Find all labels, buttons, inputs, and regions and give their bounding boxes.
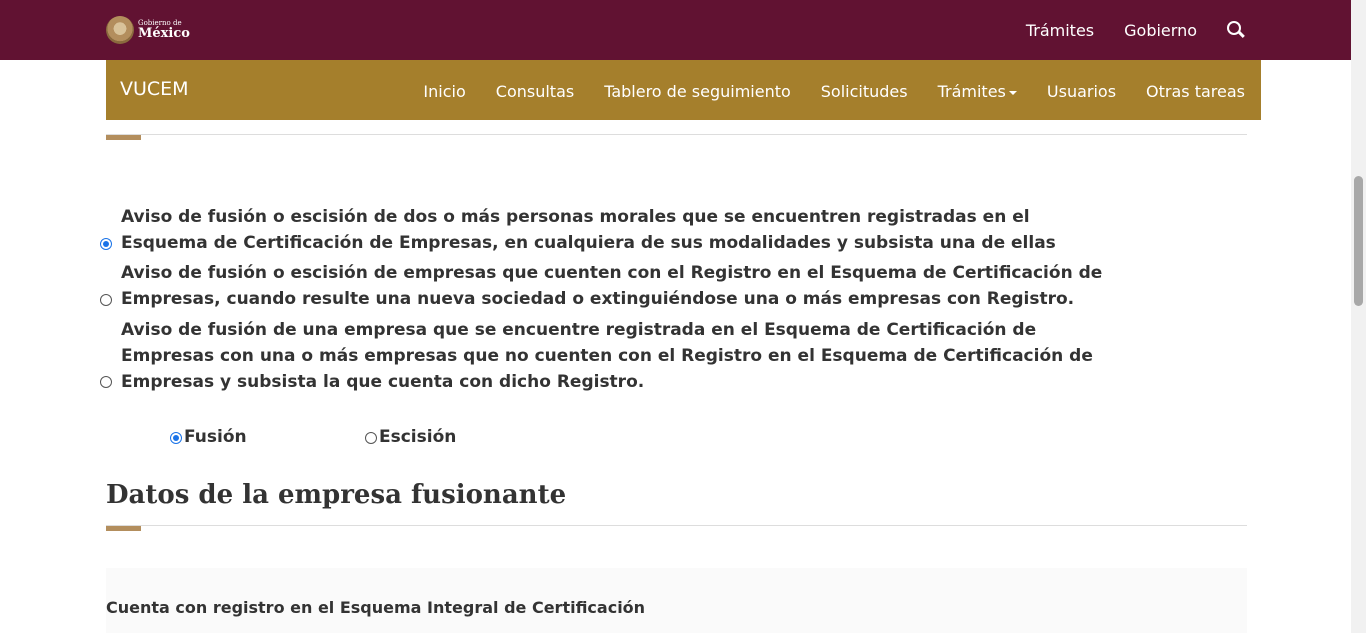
page-scrollbar[interactable] (1351, 0, 1366, 633)
section-title-divider (106, 525, 1247, 526)
nav-items: Inicio Consultas Tablero de seguimiento … (393, 82, 1245, 101)
option-1-radio[interactable] (100, 238, 112, 250)
logo-text: Gobierno de México (138, 20, 190, 41)
section-title: Datos de la empresa fusionante (106, 480, 567, 510)
nav-item-tramites-label: Trámites (937, 82, 1006, 101)
fusion-label[interactable]: Fusión (184, 427, 247, 447)
nav-item-tramites-dropdown[interactable]: Trámites (938, 82, 1017, 101)
escision-radio[interactable] (365, 432, 377, 444)
nav-item-tablero[interactable]: Tablero de seguimiento (604, 82, 791, 101)
logo-big-text: México (138, 26, 190, 41)
section-title-accent (106, 526, 141, 531)
top-links: Trámites Gobierno (996, 0, 1245, 60)
fusion-radio[interactable] (170, 432, 182, 444)
option-2-label[interactable]: Aviso de fusión o escisión de empresas q… (121, 260, 1111, 312)
search-icon[interactable] (1227, 21, 1245, 39)
nav-item-inicio[interactable]: Inicio (423, 82, 465, 101)
section-divider-accent (106, 135, 141, 140)
option-1-label[interactable]: Aviso de fusión o escisión de dos o más … (121, 204, 1111, 256)
scrollbar-thumb[interactable] (1354, 176, 1363, 306)
registro-field-label: Cuenta con registro en el Esquema Integr… (106, 598, 646, 617)
nav-item-solicitudes[interactable]: Solicitudes (821, 82, 908, 101)
top-link-tramites[interactable]: Trámites (1026, 21, 1094, 40)
top-link-gobierno[interactable]: Gobierno (1124, 21, 1197, 40)
mexico-emblem-icon (106, 16, 134, 44)
nav-item-consultas[interactable]: Consultas (496, 82, 574, 101)
main-nav: VUCEM Inicio Consultas Tablero de seguim… (106, 60, 1261, 120)
escision-label[interactable]: Escisión (379, 427, 456, 447)
nav-item-usuarios[interactable]: Usuarios (1047, 82, 1116, 101)
registro-panel: Cuenta con registro en el Esquema Integr… (106, 568, 1247, 633)
gobierno-mexico-logo[interactable]: Gobierno de México (106, 14, 190, 46)
caret-down-icon (1008, 90, 1017, 95)
option-2-radio[interactable] (100, 294, 112, 306)
option-3-label[interactable]: Aviso de fusión de una empresa que se en… (121, 317, 1111, 395)
section-divider (106, 134, 1247, 135)
government-header: Gobierno de México Trámites Gobierno (0, 0, 1351, 60)
nav-item-otras-tareas[interactable]: Otras tareas (1146, 82, 1245, 101)
nav-brand-vucem[interactable]: VUCEM (120, 78, 189, 100)
option-3-radio[interactable] (100, 376, 112, 388)
